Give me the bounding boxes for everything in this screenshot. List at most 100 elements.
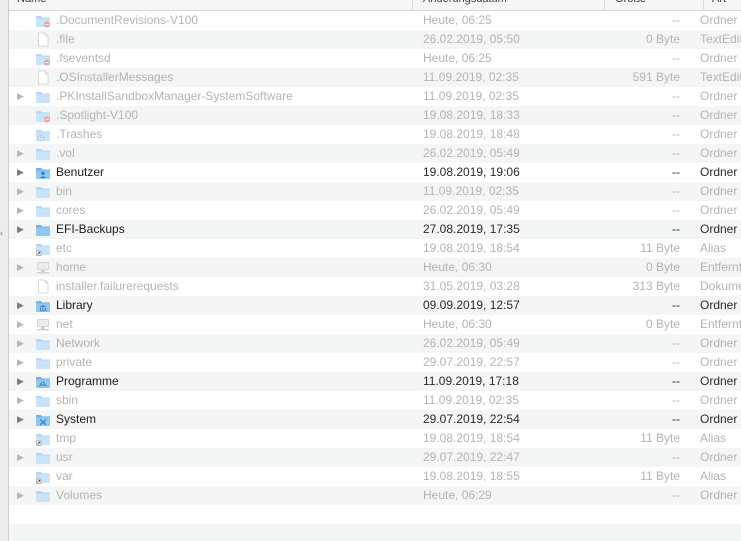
list-item[interactable]: installer.failurerequests 31.05.2019, 03:…	[9, 277, 741, 296]
disclosure-triangle-icon[interactable]: ▶	[17, 296, 29, 315]
disclosure-triangle-icon[interactable]: ▶	[17, 182, 29, 201]
item-date-modified: 11.09.2019, 02:35	[423, 393, 519, 407]
finder-list-view[interactable]: Name Änderungsdatum Größe Art .DocumentR…	[8, 0, 741, 541]
column-header-name[interactable]: Name	[17, 0, 413, 10]
list-item[interactable]: ▶ Benutzer 19.08.2019, 19:06 -- Ordner	[9, 163, 741, 182]
list-item[interactable]: ▶ System 29.07.2019, 22:54 -- Ordner	[9, 410, 741, 429]
item-date-modified: 11.09.2019, 17:18	[423, 374, 519, 388]
folder-icon	[35, 146, 51, 161]
edge-marker-icon: ‹	[0, 228, 3, 238]
item-size: --	[672, 146, 680, 160]
item-size: --	[672, 488, 680, 502]
item-date-modified: Heute, 06:29	[423, 488, 492, 502]
disclosure-triangle-icon[interactable]: ▶	[17, 448, 29, 467]
disclosure-triangle-icon[interactable]: ▶	[17, 163, 29, 182]
list-item[interactable]: .Spotlight-V100 19.08.2019, 18:33 -- Ordner	[9, 106, 741, 125]
disclosure-triangle-icon[interactable]: ▶	[17, 353, 29, 372]
list-item[interactable]: var 19.08.2019, 18:55 11 Byte Alias	[9, 467, 741, 486]
disclosure-triangle-icon[interactable]: ▶	[17, 201, 29, 220]
document-icon	[35, 279, 51, 294]
folder-icon	[35, 203, 51, 218]
item-name: .file	[56, 32, 75, 46]
list-item[interactable]: .Trashes 19.08.2019, 18:48 -- Ordner	[9, 125, 741, 144]
item-date-modified: 29.07.2019, 22:57	[423, 355, 520, 369]
item-kind: TextEdit	[700, 70, 741, 84]
item-kind: Ordner	[700, 184, 738, 198]
item-kind: Ordner	[700, 355, 738, 369]
item-date-modified: 11.09.2019, 02:35	[423, 70, 519, 84]
restricted-folder-icon	[35, 51, 51, 66]
list-item[interactable]: ▶ .PKInstallSandboxManager-SystemSoftware…	[9, 87, 741, 106]
item-kind: Ordner	[700, 336, 738, 350]
item-kind: Ordner	[700, 165, 738, 179]
item-kind: Ordner	[700, 108, 738, 122]
item-kind: Dokument	[700, 279, 741, 293]
item-kind: Ordner	[700, 51, 738, 65]
item-kind: Alias	[700, 431, 727, 445]
server-volume-icon	[35, 317, 51, 332]
item-name: .PKInstallSandboxManager-SystemSoftware	[56, 89, 293, 103]
list-item[interactable]: tmp 19.08.2019, 18:54 11 Byte Alias	[9, 429, 741, 448]
list-item[interactable]: ▶ Network 26.02.2019, 05:49 -- Ordner	[9, 334, 741, 353]
list-item[interactable]: ▶ Volumes Heute, 06:29 -- Ordner	[9, 486, 741, 505]
item-date-modified: Heute, 06:25	[423, 13, 492, 27]
disclosure-triangle-icon[interactable]: ▶	[17, 144, 29, 163]
list-item[interactable]: ▶ bin 11.09.2019, 02:35 -- Ordner	[9, 182, 741, 201]
item-name: .Spotlight-V100	[56, 108, 139, 122]
dropbox-folder-icon	[35, 127, 51, 142]
server-volume-icon	[35, 260, 51, 275]
item-name: Programme	[56, 374, 119, 388]
item-date-modified: 19.08.2019, 18:54	[423, 241, 520, 255]
list-item[interactable]: ▶ private 29.07.2019, 22:57 -- Ordner	[9, 353, 741, 372]
disclosure-triangle-icon[interactable]: ▶	[17, 334, 29, 353]
list-item[interactable]: .file 26.02.2019, 05:50 0 Byte TextEdit	[9, 30, 741, 49]
folder-icon	[35, 488, 51, 503]
item-name: cores	[56, 203, 86, 217]
item-date-modified: 27.08.2019, 17:35	[423, 222, 520, 236]
disclosure-triangle-icon[interactable]: ▶	[17, 410, 29, 429]
alias-folder-icon	[35, 431, 51, 446]
list-item[interactable]: .fseventsd Heute, 06:25 -- Ordner	[9, 49, 741, 68]
item-date-modified: 26.02.2019, 05:49	[423, 146, 520, 160]
item-size: --	[672, 203, 680, 217]
list-item[interactable]: ▶ .vol 26.02.2019, 05:49 -- Ordner	[9, 144, 741, 163]
item-date-modified: 26.02.2019, 05:49	[423, 203, 520, 217]
list-item[interactable]: .OSInstallerMessages 11.09.2019, 02:35 591…	[9, 68, 741, 87]
list-item[interactable]: ▶ usr 29.07.2019, 22:47 -- Ordner	[9, 448, 741, 467]
disclosure-triangle-icon[interactable]: ▶	[17, 486, 29, 505]
list-item[interactable]: ▶ home Heute, 06:30 0 Byte Entfernt	[9, 258, 741, 277]
item-name: etc	[56, 241, 73, 255]
column-header-kind[interactable]: Art	[704, 0, 741, 10]
list-item[interactable]: ▶ EFI-Backups 27.08.2019, 17:35 -- Ordner	[9, 220, 741, 239]
list-item[interactable]: ▶ Library 09.09.2019, 12:57 -- Ordner	[9, 296, 741, 315]
list-item[interactable]: ▶ net Heute, 06:30 0 Byte Entfernt	[9, 315, 741, 334]
list-item[interactable]: ▶ sbin 11.09.2019, 02:35 -- Ordner	[9, 391, 741, 410]
folder-icon	[35, 222, 51, 237]
item-name: net	[56, 317, 73, 331]
list-item[interactable]: etc 19.08.2019, 18:54 11 Byte Alias	[9, 239, 741, 258]
item-kind: Ordner	[700, 203, 738, 217]
column-header-size[interactable]: Größe	[605, 0, 704, 10]
item-date-modified: 19.08.2019, 18:48	[423, 127, 520, 141]
item-name: Volumes	[56, 488, 103, 502]
list-item[interactable]: ▶ Programme 11.09.2019, 17:18 -- Ordner	[9, 372, 741, 391]
item-date-modified: 29.07.2019, 22:54	[423, 412, 520, 426]
item-kind: Ordner	[700, 374, 738, 388]
folder-icon	[35, 184, 51, 199]
disclosure-triangle-icon[interactable]: ▶	[17, 258, 29, 277]
disclosure-triangle-icon[interactable]: ▶	[17, 220, 29, 239]
item-kind: Ordner	[700, 488, 738, 502]
item-name: .vol	[56, 146, 75, 160]
disclosure-triangle-icon[interactable]: ▶	[17, 87, 29, 106]
item-size: --	[672, 336, 680, 350]
list-item[interactable]: .DocumentRevisions-V100 Heute, 06:25 -- Ord…	[9, 11, 741, 30]
item-name: System	[56, 412, 97, 426]
disclosure-triangle-icon[interactable]: ▶	[17, 315, 29, 334]
list-item[interactable]: ▶ cores 26.02.2019, 05:49 -- Ordner	[9, 201, 741, 220]
item-size: --	[672, 450, 680, 464]
disclosure-triangle-icon[interactable]: ▶	[17, 391, 29, 410]
disclosure-triangle-icon[interactable]: ▶	[17, 372, 29, 391]
item-kind: Ordner	[700, 298, 738, 312]
users-folder-icon	[35, 165, 51, 180]
column-header-date[interactable]: Änderungsdatum	[413, 0, 605, 10]
